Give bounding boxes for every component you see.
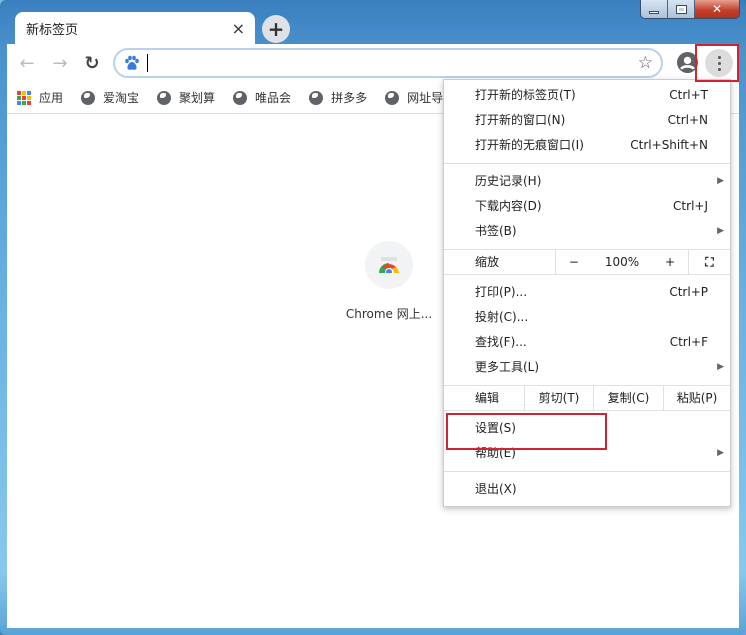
menu-item-label: 打开新的窗口(N) — [475, 113, 566, 127]
address-bar[interactable]: ☆ — [113, 48, 663, 78]
menu-item-exit[interactable]: 退出(X) — [444, 477, 730, 502]
baidu-icon — [125, 55, 139, 70]
bookmark-label: 唯品会 — [255, 91, 292, 105]
globe-icon — [385, 90, 400, 105]
copy-button[interactable]: 复制(C) — [593, 386, 663, 410]
globe-icon — [233, 90, 248, 105]
menu-item-label: 打开新的无痕窗口(I) — [475, 138, 584, 152]
zoom-label: 缩放 — [475, 255, 500, 269]
menu-item-label: 打开新的标签页(T) — [475, 88, 576, 102]
menu-separator — [444, 471, 730, 472]
submenu-arrow-icon: ▶ — [717, 176, 724, 186]
submenu-arrow-icon: ▶ — [717, 226, 724, 236]
chrome-web-store-icon — [379, 257, 399, 273]
zoom-out-button[interactable]: − — [569, 250, 579, 274]
highlight-settings — [446, 413, 607, 450]
menu-item-label: 书签(B) — [475, 224, 517, 238]
menu-item-cast[interactable]: 投射(C)... — [444, 305, 730, 330]
menu-item-label: 投射(C)... — [475, 310, 529, 324]
menu-item-label: 下载内容(D) — [475, 199, 542, 213]
bookmark-label: 应用 — [39, 91, 64, 105]
globe-icon — [309, 90, 324, 105]
forward-button[interactable]: → — [48, 51, 72, 75]
menu-item-more-tools[interactable]: 更多工具(L) ▶ — [444, 355, 730, 380]
menu-item-label: 查找(F)... — [475, 335, 527, 349]
menu-item-bookmarks[interactable]: 书签(B) ▶ — [444, 219, 730, 244]
menu-item-shortcut: Ctrl+T — [669, 88, 708, 102]
tab-title: 新标签页 — [26, 22, 79, 38]
menu-edit-row: 编辑 剪切(T) 复制(C) 粘贴(P) — [444, 386, 730, 411]
menu-item-shortcut: Ctrl+J — [673, 199, 708, 213]
highlight-menu-button — [695, 44, 739, 82]
menu-item-label: 更多工具(L) — [475, 360, 540, 374]
tab-new-tab[interactable]: 新标签页 × — [15, 12, 255, 44]
bookmark-star-icon[interactable]: ☆ — [638, 53, 653, 73]
cut-button[interactable]: 剪切(T) — [524, 386, 593, 410]
new-tab-button[interactable]: + — [262, 15, 290, 43]
menu-item-new-tab[interactable]: 打开新的标签页(T) Ctrl+T — [444, 83, 730, 108]
globe-icon — [157, 90, 172, 105]
bookmark-item[interactable]: 聚划算 — [157, 89, 215, 106]
menu-item-shortcut: Ctrl+P — [669, 285, 708, 299]
apps-grid-icon — [17, 90, 31, 105]
menu-separator — [444, 163, 730, 164]
paste-button[interactable]: 粘贴(P) — [663, 386, 730, 410]
bookmark-apps[interactable]: 应用 — [17, 89, 63, 106]
fullscreen-icon[interactable]: ⛶ — [688, 250, 730, 274]
menu-zoom-row: 缩放 − 100% + ⛶ — [444, 250, 730, 275]
bookmark-item[interactable]: 网址导 — [385, 89, 443, 106]
menu-item-new-incognito[interactable]: 打开新的无痕窗口(I) Ctrl+Shift+N — [444, 133, 730, 158]
text-cursor — [147, 54, 148, 72]
shortcut-chrome-web-store[interactable]: Chrome 网上... — [334, 241, 444, 322]
bookmark-label: 网址导 — [407, 91, 444, 105]
menu-item-label: 历史记录(H) — [475, 174, 542, 188]
menu-item-shortcut: Ctrl+F — [669, 335, 708, 349]
edit-label: 编辑 — [475, 391, 500, 405]
bookmark-item[interactable]: 唯品会 — [233, 89, 291, 106]
menu-item-find[interactable]: 查找(F)... Ctrl+F — [444, 330, 730, 355]
menu-item-downloads[interactable]: 下载内容(D) Ctrl+J — [444, 194, 730, 219]
back-button[interactable]: ← — [15, 51, 39, 75]
zoom-level: 100% — [604, 255, 640, 269]
toolbar: ← → ↻ ☆ — [7, 44, 739, 82]
bookmark-label: 爱淘宝 — [103, 91, 140, 105]
reload-button[interactable]: ↻ — [80, 51, 104, 75]
menu-item-label: 退出(X) — [475, 482, 517, 496]
globe-icon — [81, 90, 96, 105]
shortcut-icon-circle — [365, 241, 413, 289]
menu-item-print[interactable]: 打印(P)... Ctrl+P — [444, 280, 730, 305]
menu-item-history[interactable]: 历史记录(H) ▶ — [444, 169, 730, 194]
menu-item-shortcut: Ctrl+Shift+N — [630, 138, 708, 152]
submenu-arrow-icon: ▶ — [717, 362, 724, 372]
bookmark-item[interactable]: 爱淘宝 — [81, 89, 139, 106]
bookmark-label: 聚划算 — [179, 91, 216, 105]
shortcut-label: Chrome 网上... — [345, 307, 433, 321]
bookmark-label: 拼多多 — [331, 91, 368, 105]
bookmark-item[interactable]: 拼多多 — [309, 89, 367, 106]
zoom-in-button[interactable]: + — [665, 250, 675, 274]
submenu-arrow-icon: ▶ — [717, 448, 724, 458]
menu-item-shortcut: Ctrl+N — [667, 113, 708, 127]
menu-item-new-window[interactable]: 打开新的窗口(N) Ctrl+N — [444, 108, 730, 133]
menu-item-label: 打印(P)... — [475, 285, 528, 299]
tab-close-icon[interactable]: × — [232, 19, 245, 38]
